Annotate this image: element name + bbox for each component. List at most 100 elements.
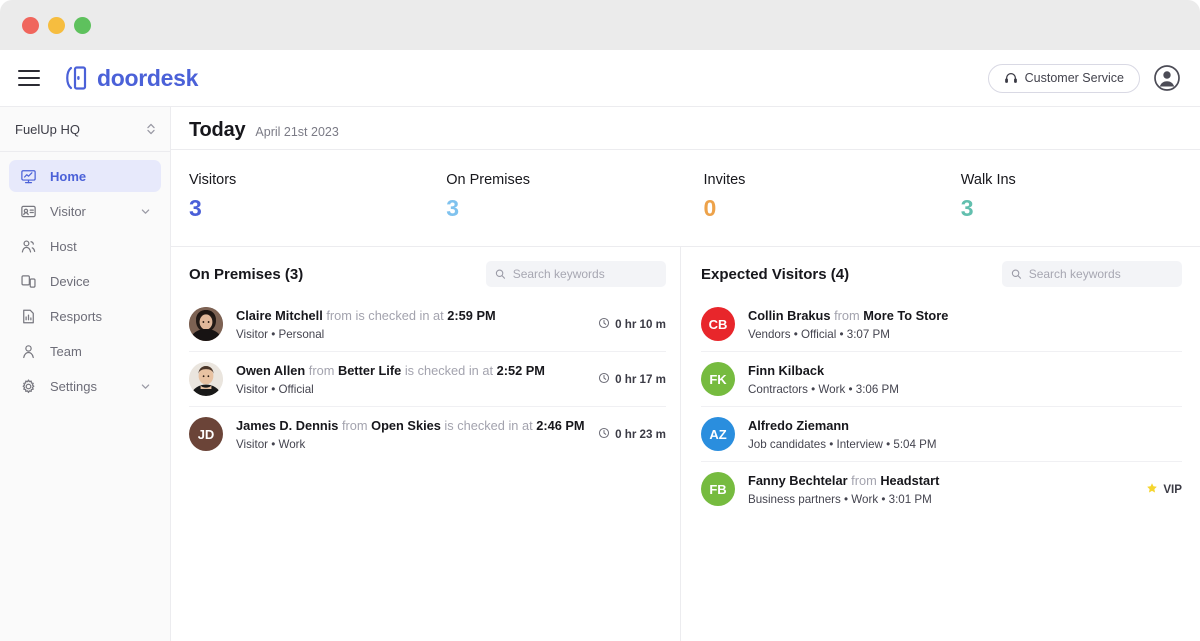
hamburger-icon[interactable] xyxy=(18,65,44,91)
org-selector[interactable]: FuelUp HQ xyxy=(0,107,170,152)
row-time: 2:46 PM xyxy=(536,418,585,434)
row-duration: 0 hr 17 m xyxy=(590,372,666,387)
on-premises-search-input[interactable] xyxy=(512,267,657,281)
row-primary-text: Finn Kilback xyxy=(748,362,1182,379)
sidebar-nav: Home Visitor Host Device Resports Team Setting… xyxy=(0,152,170,405)
on-premises-row[interactable]: Owen Allen from Better Life is checked i… xyxy=(189,352,666,407)
brand-logo[interactable]: doordesk xyxy=(62,64,198,92)
vip-label: VIP xyxy=(1163,482,1182,496)
avatar-initials: AZ xyxy=(709,426,727,442)
row-body: Owen Allen from Better Life is checked i… xyxy=(236,362,590,395)
row-meta: Contractors • Work • 3:06 PM xyxy=(748,382,899,396)
row-org: More To Store xyxy=(863,308,949,324)
brand-name: doordesk xyxy=(97,64,199,91)
sidebar-item-label: Host xyxy=(50,238,77,254)
star-icon xyxy=(1146,482,1158,497)
sidebar-item-label: Device xyxy=(50,273,90,289)
row-name: James D. Dennis xyxy=(236,418,339,434)
avatar: FB xyxy=(701,472,735,506)
page-header: Today April 21st 2023 xyxy=(171,107,1200,150)
expected-visitor-row[interactable]: FK Finn Kilback Contractors • Work • 3:06… xyxy=(701,352,1182,407)
row-primary-text: Collin Brakus from More To Store xyxy=(748,307,1182,324)
id-card-icon xyxy=(19,202,37,220)
row-duration: 0 hr 10 m xyxy=(590,317,666,332)
stat-label: On Premises xyxy=(446,172,531,188)
avatar-initials: FK xyxy=(709,371,727,387)
window-minimize-button[interactable] xyxy=(48,16,65,34)
clock-icon xyxy=(598,372,610,387)
sidebar-item-label: Home xyxy=(50,168,87,184)
chevron-up-down-icon xyxy=(147,123,155,135)
row-name: Owen Allen xyxy=(236,363,306,379)
avatar: JD xyxy=(189,417,223,451)
expected-visitor-row[interactable]: FB Fanny Bechtelar from Headstart Business… xyxy=(701,462,1182,516)
panels: On Premises (3) Claire Mitchell from is … xyxy=(171,247,1200,641)
sidebar: FuelUp HQ Home Visitor Host Device Resports T… xyxy=(0,107,171,641)
sidebar-item-visitor[interactable]: Visitor xyxy=(9,195,161,227)
sidebar-item-team[interactable]: Team xyxy=(9,335,161,367)
expected-visitor-row[interactable]: CB Collin Brakus from More To Store Vendor… xyxy=(701,297,1182,352)
on-premises-row[interactable]: Claire Mitchell from is checked in at 2:… xyxy=(189,297,666,352)
expected-visitors-panel: Expected Visitors (4) CB Collin Brakus fr… xyxy=(681,247,1200,641)
row-primary-text: Owen Allen from Better Life is checked i… xyxy=(236,362,590,379)
row-duration-text: 0 hr 17 m xyxy=(615,372,666,386)
row-status-text: is checked in at xyxy=(404,363,494,379)
sidebar-item-home[interactable]: Home xyxy=(9,160,161,192)
row-body: Fanny Bechtelar from Headstart Business p… xyxy=(748,472,1138,505)
row-body: Collin Brakus from More To Store Vendors … xyxy=(748,307,1182,340)
header-actions: Customer Service xyxy=(987,63,1180,93)
on-premises-row[interactable]: JD James D. Dennis from Open Skies is che… xyxy=(189,407,666,461)
row-name: Finn Kilback xyxy=(748,363,825,379)
avatar: AZ xyxy=(701,417,735,451)
on-premises-list: Claire Mitchell from is checked in at 2:… xyxy=(189,297,666,461)
row-name: Fanny Bechtelar xyxy=(748,473,848,489)
customer-service-button[interactable]: Customer Service xyxy=(987,63,1140,93)
avatar: CB xyxy=(701,307,735,341)
row-body: Alfredo Ziemann Job candidates • Intervi… xyxy=(748,417,1182,450)
row-meta: Visitor • Work xyxy=(236,437,306,451)
window-close-button[interactable] xyxy=(22,16,39,34)
on-premises-header: On Premises (3) xyxy=(189,261,666,287)
on-premises-search[interactable] xyxy=(486,261,666,287)
page-date: April 21st 2023 xyxy=(255,125,339,139)
sidebar-item-resports[interactable]: Resports xyxy=(9,300,161,332)
stat-card-on-premises: On Premises 3 xyxy=(428,172,685,220)
sidebar-item-label: Resports xyxy=(50,308,103,324)
row-body: Claire Mitchell from is checked in at 2:… xyxy=(236,307,590,340)
row-name: Alfredo Ziemann xyxy=(748,418,849,434)
row-org: Headstart xyxy=(880,473,940,489)
app-header: doordesk Customer Service xyxy=(0,50,1200,107)
window-titlebar xyxy=(0,0,1200,50)
customer-service-label: Customer Service xyxy=(1024,71,1124,85)
expected-visitor-row[interactable]: AZ Alfredo Ziemann Job candidates • Inter… xyxy=(701,407,1182,462)
page-title: Today xyxy=(189,119,246,141)
avatar-initials: FB xyxy=(709,481,727,497)
sidebar-item-device[interactable]: Device xyxy=(9,265,161,297)
window-maximize-button[interactable] xyxy=(74,16,91,34)
org-name: FuelUp HQ xyxy=(15,121,81,137)
chevron-down-icon[interactable] xyxy=(140,206,151,217)
stat-label: Walk Ins xyxy=(960,172,1016,188)
row-org: Open Skies xyxy=(371,418,441,434)
user-avatar-icon[interactable] xyxy=(1154,65,1180,91)
sidebar-item-settings[interactable]: Settings xyxy=(9,370,161,402)
app-body: FuelUp HQ Home Visitor Host Device Resports T… xyxy=(0,107,1200,641)
stat-value: 3 xyxy=(446,195,460,221)
expected-visitors-search-input[interactable] xyxy=(1028,267,1173,281)
stat-card-visitors: Visitors 3 xyxy=(171,172,428,220)
stat-label: Visitors xyxy=(189,172,237,188)
sidebar-item-label: Visitor xyxy=(50,203,86,219)
row-name: Collin Brakus xyxy=(748,308,831,324)
sidebar-item-host[interactable]: Host xyxy=(9,230,161,262)
expected-visitors-search[interactable] xyxy=(1002,261,1182,287)
devices-icon xyxy=(19,272,37,290)
expected-visitors-title: Expected Visitors (4) xyxy=(701,265,850,283)
avatar xyxy=(189,362,223,396)
chevron-down-icon[interactable] xyxy=(140,381,151,392)
report-document-icon xyxy=(19,307,37,325)
row-body: Finn Kilback Contractors • Work • 3:06 P… xyxy=(748,362,1182,395)
row-meta: Job candidates • Interview • 5:04 PM xyxy=(748,437,937,451)
stat-card-invites: Invites 0 xyxy=(686,172,943,220)
row-from-word: from xyxy=(834,308,860,324)
stat-value: 3 xyxy=(189,195,202,221)
